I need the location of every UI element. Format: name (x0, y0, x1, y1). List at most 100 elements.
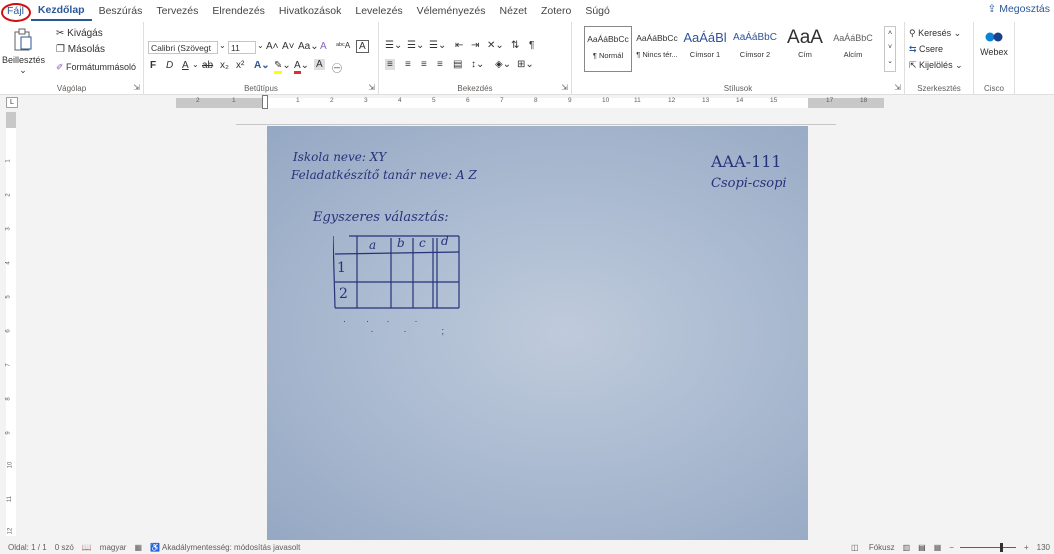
font-size-select[interactable]: 11 (228, 41, 256, 54)
multilevel-list-icon[interactable]: ☰⌄ (429, 40, 446, 51)
increase-indent-icon[interactable]: ⇥ (471, 40, 479, 51)
numbering-icon[interactable]: ☰⌄ (407, 40, 424, 51)
show-formatting-marks-icon[interactable]: ¶ (529, 40, 534, 51)
tab-selector-button[interactable]: L (6, 97, 18, 108)
superscript-button[interactable]: x² (236, 60, 244, 71)
zoom-in-button[interactable]: + (1024, 543, 1029, 552)
ruler-label: 2 (196, 97, 200, 104)
vruler-label: 4 (5, 261, 12, 265)
shading-icon[interactable]: ◈⌄ (495, 59, 511, 70)
styles-launcher-icon[interactable]: ⇲ (894, 83, 901, 92)
horizontal-ruler[interactable]: 2 1 1 2 3 4 5 6 7 8 9 10 11 12 13 14 15 … (176, 97, 884, 108)
macro-icon[interactable]: ▦ (134, 543, 142, 552)
borders-icon[interactable]: ⊞⌄ (517, 59, 534, 70)
web-layout-icon[interactable]: ▦ (934, 543, 942, 552)
vertical-ruler[interactable]: 1 2 3 4 5 6 7 8 9 10 11 12 (6, 112, 16, 536)
select-button[interactable]: ⇱ Kijelölés ⌄ (909, 60, 963, 71)
bullets-icon[interactable]: ☰⌄ (385, 40, 402, 51)
tab-file[interactable]: Fájl (0, 0, 31, 22)
strikethrough-button[interactable]: ab (202, 60, 213, 71)
shrink-font-icon[interactable]: A˅ (282, 41, 295, 52)
document-page[interactable]: Iskola neve: XY Feladatkészítő tanár nev… (267, 126, 808, 540)
subscript-button[interactable]: x₂ (220, 60, 229, 71)
phonetic-guide-icon[interactable]: ᵃᵇᶜA (336, 41, 350, 50)
grow-font-icon[interactable]: A˄ (266, 41, 279, 52)
highlight-color-icon[interactable]: ✎⌄ (274, 60, 291, 74)
style-subtitle[interactable]: AaÁáBbC Alcím (830, 26, 876, 70)
tab-home[interactable]: Kezdőlap (30, 1, 92, 21)
character-border-icon[interactable]: A (356, 40, 369, 53)
cut-button[interactable]: ✂ Kivágás (56, 28, 103, 39)
distributed-icon[interactable]: ▤ (453, 59, 462, 70)
indent-marker[interactable] (262, 95, 268, 109)
zoom-slider[interactable] (959, 543, 1016, 552)
font-color-icon[interactable]: A⌄ (294, 60, 309, 74)
zoom-slider-thumb[interactable] (999, 543, 1003, 552)
word-count[interactable]: 0 szó (55, 543, 74, 552)
print-layout-icon[interactable]: ▤ (918, 543, 926, 552)
tab-insert[interactable]: Beszúrás (92, 0, 150, 22)
tab-zotero[interactable]: Zotero (534, 0, 578, 22)
clear-formatting-icon[interactable]: A (320, 41, 327, 52)
justify-icon[interactable]: ≡ (437, 59, 443, 70)
ruler-label: 11 (634, 97, 641, 104)
underline-button[interactable]: A (182, 60, 189, 71)
replace-button[interactable]: ⇆ Csere (909, 44, 943, 55)
paste-dropdown-icon[interactable]: ⌄ (8, 65, 38, 76)
paste-button[interactable]: Beillesztés ⌄ (2, 28, 45, 76)
font-size-chevron-down-icon[interactable]: ⌄ (257, 41, 264, 50)
styles-scroll-control[interactable]: ˄ ˅ ⌄ (884, 26, 896, 72)
page-top-line (236, 124, 836, 125)
underline-dropdown-icon[interactable]: ⌄ (192, 60, 199, 69)
font-launcher-icon[interactable]: ⇲ (368, 83, 375, 92)
text-effects-icon[interactable]: A⌄ (254, 60, 270, 71)
proofing-icon[interactable]: 📖 (82, 543, 92, 552)
focus-button[interactable]: ◫ Fókusz (843, 543, 895, 552)
character-shading-icon[interactable]: A (314, 59, 325, 70)
align-left-icon[interactable]: ≡ (385, 59, 395, 70)
style-heading-1[interactable]: AaÁáBl Címsor 1 (682, 26, 728, 70)
style-heading-2-preview: AaÁáBbC (733, 32, 777, 43)
paragraph-launcher-icon[interactable]: ⇲ (561, 83, 568, 92)
format-painter-button[interactable]: ✐ Formátummásoló (56, 62, 136, 73)
font-name-chevron-down-icon[interactable]: ⌄ (219, 41, 226, 50)
find-button[interactable]: ⚲ Keresés ⌄ (909, 28, 961, 39)
font-name-select[interactable]: Calibri (Szövegt (148, 41, 218, 54)
sort-icon[interactable]: ⇅ (511, 40, 519, 51)
share-button[interactable]: ⇪ Megosztás (988, 3, 1051, 15)
tab-help[interactable]: Súgó (578, 0, 617, 22)
clipboard-launcher-icon[interactable]: ⇲ (133, 83, 140, 92)
language-label[interactable]: magyar (100, 543, 127, 552)
page-count[interactable]: Oldal: 1 / 1 (8, 543, 47, 552)
decrease-indent-icon[interactable]: ⇤ (455, 40, 463, 51)
copy-button[interactable]: ❐ Másolás (56, 44, 105, 55)
change-case-button[interactable]: Aa⌄ (298, 41, 319, 52)
style-heading-2[interactable]: AaÁáBbC Címsor 2 (732, 26, 778, 70)
italic-button[interactable]: D (166, 60, 173, 71)
enclose-characters-icon[interactable]: ㊀ (332, 60, 342, 75)
read-mode-icon[interactable]: ▥ (903, 543, 911, 552)
align-right-icon[interactable]: ≡ (421, 59, 427, 70)
align-center-icon[interactable]: ≡ (405, 59, 411, 70)
tab-design[interactable]: Tervezés (149, 0, 205, 22)
author-line: Feladatkészítő tanár neve: A Z (291, 168, 477, 182)
cisco-group: Webex Cisco (974, 22, 1015, 94)
tab-mailings[interactable]: Levelezés (348, 0, 409, 22)
ruler-left-margin (176, 98, 264, 108)
style-no-spacing-name: ¶ Nincs tér... (636, 50, 678, 59)
tab-layout[interactable]: Elrendezés (205, 0, 272, 22)
style-no-spacing[interactable]: AaÁáBbCc ¶ Nincs tér... (634, 26, 680, 70)
line-spacing-icon[interactable]: ↕⌄ (471, 59, 484, 70)
style-title[interactable]: AaA Cím (782, 26, 828, 70)
accessibility-status[interactable]: Akadálymentesség: módosítás javasolt (162, 543, 300, 552)
vruler-top-margin (6, 112, 16, 128)
zoom-out-button[interactable]: − (949, 543, 954, 552)
tab-references[interactable]: Hivatkozások (272, 0, 348, 22)
bold-button[interactable]: F (150, 60, 156, 71)
style-normal[interactable]: AaÁáBbCc ¶ Normál (584, 26, 632, 72)
asian-layout-icon[interactable]: ✕⌄ (487, 40, 504, 51)
webex-button[interactable]: Webex (980, 30, 1008, 57)
tab-review[interactable]: Véleményezés (410, 0, 493, 22)
zoom-level[interactable]: 130 (1037, 543, 1050, 552)
tab-view[interactable]: Nézet (493, 0, 534, 22)
